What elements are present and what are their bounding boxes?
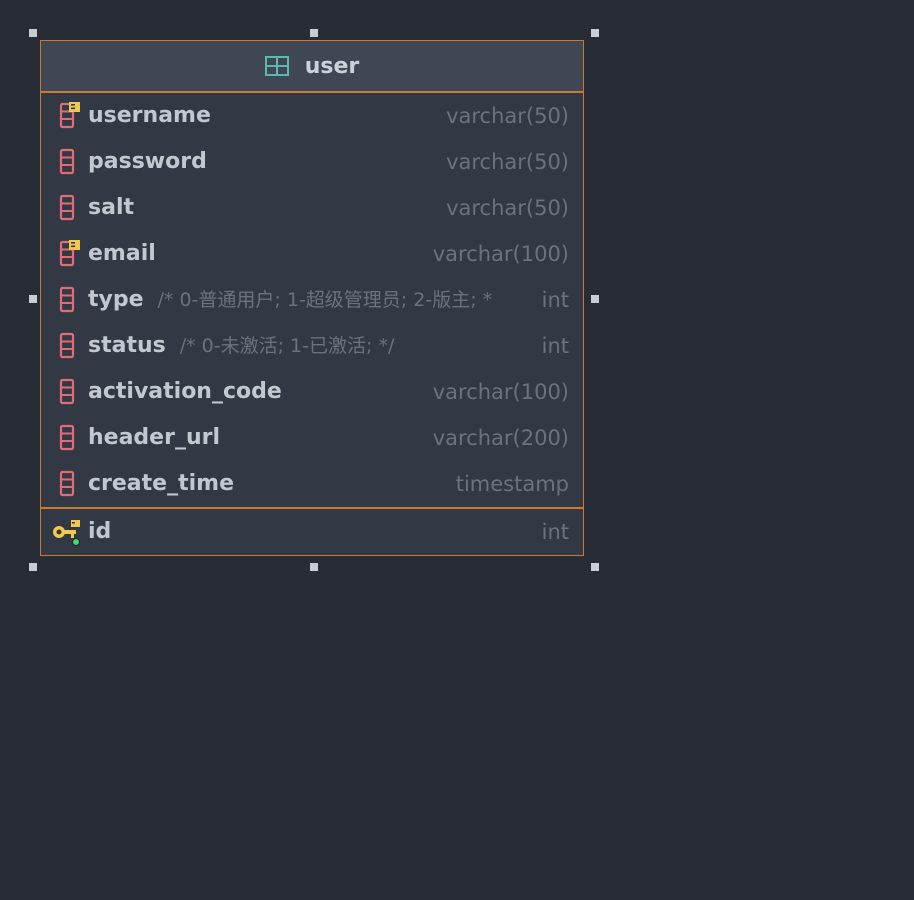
column-type: varchar(100) — [432, 380, 569, 404]
table-header[interactable]: user — [41, 41, 583, 93]
column-name: password — [88, 149, 207, 175]
column-list: username varchar(50) password varchar(50) sa… — [41, 93, 583, 507]
primary-key-icon — [51, 518, 80, 546]
table-entity-user[interactable]: user username varchar(50) password varchar(… — [40, 40, 584, 556]
resize-handle-bottom-left[interactable] — [29, 563, 37, 571]
column-name: create_time — [88, 471, 234, 497]
column-type: varchar(50) — [446, 196, 569, 220]
column-type: timestamp — [455, 472, 569, 496]
column-row-create-time[interactable]: create_time timestamp — [41, 461, 583, 507]
resize-handle-bottom-right[interactable] — [591, 563, 599, 571]
column-type: varchar(50) — [446, 104, 569, 128]
column-name-text: status — [88, 333, 166, 358]
column-name: activation_code — [88, 379, 282, 405]
column-name: email — [88, 241, 156, 267]
column-type: varchar(50) — [446, 150, 569, 174]
table-icon — [264, 56, 289, 76]
column-row-status[interactable]: status /* 0-未激活; 1-已激活; */ int — [41, 323, 583, 369]
column-row-salt[interactable]: salt varchar(50) — [41, 185, 583, 231]
column-name: id — [88, 519, 112, 544]
column-row-header-url[interactable]: header_url varchar(200) — [41, 415, 583, 461]
index-column-icon — [55, 102, 83, 130]
column-name-text: create_time — [88, 471, 234, 496]
resize-handle-bottom[interactable] — [310, 563, 318, 571]
primary-key-row[interactable]: id int — [41, 509, 583, 555]
resize-handle-top-right[interactable] — [591, 29, 599, 37]
column-icon — [55, 194, 83, 222]
column-icon — [55, 332, 83, 360]
resize-handle-right[interactable] — [591, 295, 599, 303]
resize-handle-top[interactable] — [310, 29, 318, 37]
column-row-type[interactable]: type /* 0-普通用户; 1-超级管理员; 2-版主; * int — [41, 277, 583, 323]
column-row-activation-code[interactable]: activation_code varchar(100) — [41, 369, 583, 415]
column-name-text: salt — [88, 195, 134, 220]
column-name-text: username — [88, 103, 211, 128]
column-name-text: password — [88, 149, 207, 174]
column-type: varchar(100) — [432, 242, 569, 266]
column-comment: /* 0-未激活; 1-已激活; */ — [179, 335, 395, 357]
column-type: int — [541, 288, 569, 312]
column-icon — [55, 286, 83, 314]
column-icon — [55, 470, 83, 498]
resize-handle-top-left[interactable] — [29, 29, 37, 37]
column-type: int — [541, 334, 569, 358]
column-type: int — [541, 520, 569, 544]
column-name-text: type — [88, 287, 144, 312]
column-name: username — [88, 103, 211, 129]
column-icon — [55, 378, 83, 406]
column-icon — [55, 424, 83, 452]
column-name: salt — [88, 195, 134, 221]
column-name: header_url — [88, 425, 220, 451]
column-icon — [55, 148, 83, 176]
column-name-text: email — [88, 241, 156, 266]
column-name-text: activation_code — [88, 379, 282, 404]
column-name: type /* 0-普通用户; 1-超级管理员; 2-版主; * — [88, 287, 492, 313]
column-row-username[interactable]: username varchar(50) — [41, 93, 583, 139]
table-name: user — [304, 53, 360, 79]
column-comment: /* 0-普通用户; 1-超级管理员; 2-版主; * — [157, 289, 493, 311]
column-name-text: header_url — [88, 425, 220, 450]
diagram-canvas[interactable]: user username varchar(50) password varchar(… — [0, 0, 914, 900]
column-row-email[interactable]: email varchar(100) — [41, 231, 583, 277]
column-type: varchar(200) — [432, 426, 569, 450]
column-name: status /* 0-未激活; 1-已激活; */ — [88, 333, 394, 359]
column-row-password[interactable]: password varchar(50) — [41, 139, 583, 185]
index-column-icon — [55, 240, 83, 268]
resize-handle-left[interactable] — [29, 295, 37, 303]
